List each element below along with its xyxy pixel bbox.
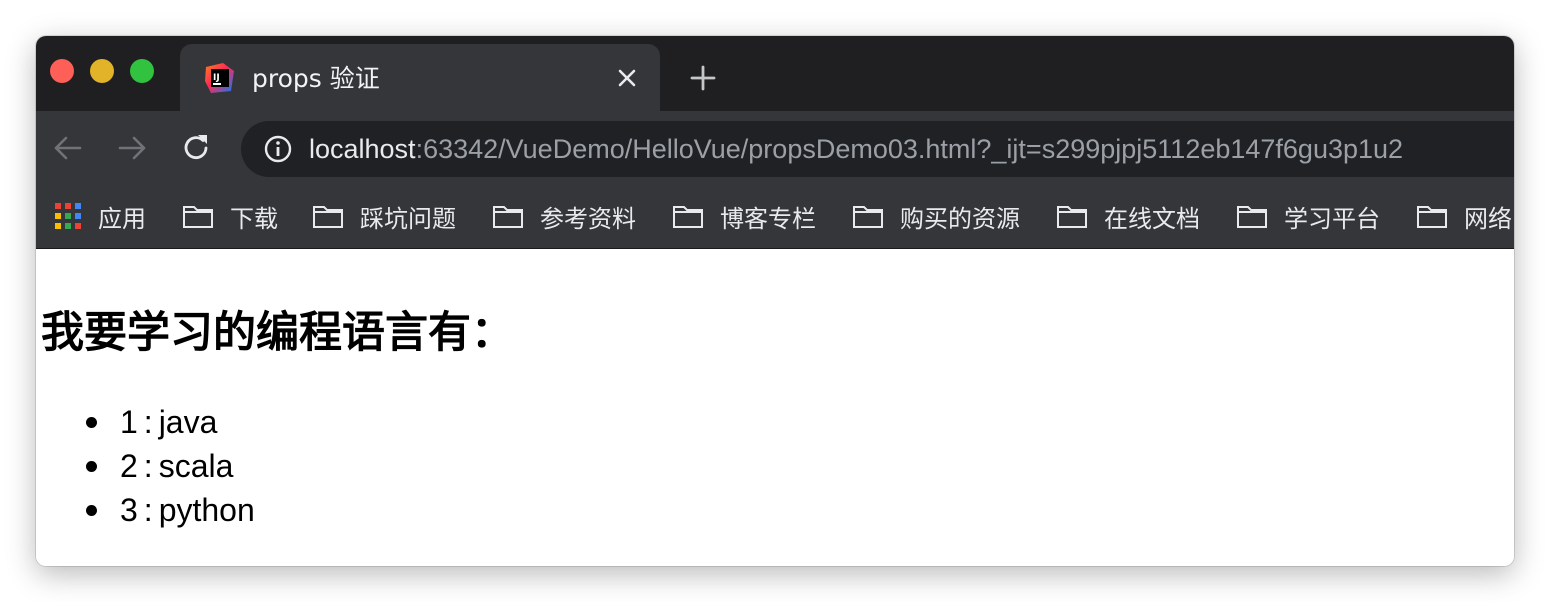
- item-index: 2: [120, 448, 138, 484]
- bullet: [86, 417, 97, 428]
- reload-icon[interactable]: [179, 131, 213, 165]
- title-bar: IJ props 验证: [36, 36, 1514, 111]
- folder-icon: [313, 206, 343, 228]
- bookmark-label: 网络: [1464, 204, 1512, 233]
- bookmarks-bar: 应用 下载 踩坑问题 参考资料 博客专栏 购买的资源 在线文档 学习平台 网络: [36, 185, 1514, 249]
- url-host: localhost: [309, 134, 416, 164]
- close-icon[interactable]: [612, 63, 642, 93]
- item-separator: :: [143, 492, 153, 528]
- apps-grid-icon: [55, 203, 81, 229]
- item-name: python: [158, 492, 255, 528]
- language-list: 1: java 2: scala 3: python: [86, 400, 255, 532]
- window-close-button[interactable]: [50, 59, 74, 83]
- bookmark-label: 下载: [230, 204, 278, 233]
- forward-arrow-icon[interactable]: [115, 131, 149, 165]
- url-path: :63342/VueDemo/HelloVue/propsDemo03.html…: [415, 134, 1404, 164]
- url-text[interactable]: localhost:63342/VueDemo/HelloVue/propsDe…: [309, 132, 1403, 166]
- info-icon[interactable]: [263, 134, 293, 164]
- bullet: [86, 505, 97, 516]
- bookmark-folder-references[interactable]: 参考资料: [492, 199, 636, 233]
- bookmark-folder-purchased[interactable]: 购买的资源: [852, 199, 1020, 233]
- active-tab[interactable]: IJ props 验证: [180, 44, 660, 111]
- bookmark-label: 在线文档: [1104, 204, 1200, 233]
- back-arrow-icon[interactable]: [51, 131, 85, 165]
- item-separator: :: [143, 404, 153, 440]
- bookmark-folder-blog[interactable]: 博客专栏: [672, 199, 816, 233]
- folder-icon: [673, 206, 703, 228]
- item-index: 1: [120, 404, 138, 440]
- item-name: java: [158, 404, 218, 440]
- page-content: 我要学习的编程语言有： 1: java 2: scala 3: python: [36, 250, 1514, 566]
- bookmark-label: 博客专栏: [720, 204, 816, 233]
- folder-icon: [1417, 206, 1447, 228]
- list-item: 2: scala: [86, 444, 255, 488]
- bookmark-folder-docs[interactable]: 在线文档: [1056, 199, 1200, 233]
- bookmark-folder-network[interactable]: 网络: [1416, 199, 1512, 233]
- svg-text:IJ: IJ: [213, 73, 220, 83]
- tab-title: props 验证: [252, 64, 380, 93]
- item-name: scala: [158, 448, 234, 484]
- folder-icon: [1237, 206, 1267, 228]
- address-bar[interactable]: localhost:63342/VueDemo/HelloVue/propsDe…: [241, 121, 1514, 177]
- list-item: 1: java: [86, 400, 255, 444]
- bookmark-label: 学习平台: [1284, 204, 1380, 233]
- folder-icon: [493, 206, 523, 228]
- folder-icon: [183, 206, 213, 228]
- bookmark-label: 参考资料: [540, 204, 636, 233]
- folder-icon: [1057, 206, 1087, 228]
- bookmark-folder-downloads[interactable]: 下载: [182, 199, 278, 233]
- bookmark-label: 购买的资源: [900, 204, 1020, 233]
- plus-icon[interactable]: [688, 63, 718, 93]
- bookmark-apps[interactable]: 应用: [54, 199, 146, 233]
- page-heading: 我要学习的编程语言有：: [41, 308, 514, 358]
- item-index: 3: [120, 492, 138, 528]
- window-minimize-button[interactable]: [90, 59, 114, 83]
- bookmark-folder-pitfalls[interactable]: 踩坑问题: [312, 199, 456, 233]
- bookmark-folder-learning[interactable]: 学习平台: [1236, 199, 1380, 233]
- bookmark-label: 应用: [98, 204, 146, 233]
- item-separator: :: [143, 448, 153, 484]
- bookmark-label: 踩坑问题: [360, 204, 456, 233]
- folder-icon: [853, 206, 883, 228]
- window-maximize-button[interactable]: [130, 59, 154, 83]
- bullet: [86, 461, 97, 472]
- toolbar: localhost:63342/VueDemo/HelloVue/propsDe…: [36, 111, 1514, 185]
- browser-window: IJ props 验证 localhost:63342/VueDemo/Hell…: [36, 36, 1514, 566]
- intellij-icon: IJ: [205, 63, 234, 93]
- list-item: 3: python: [86, 488, 255, 532]
